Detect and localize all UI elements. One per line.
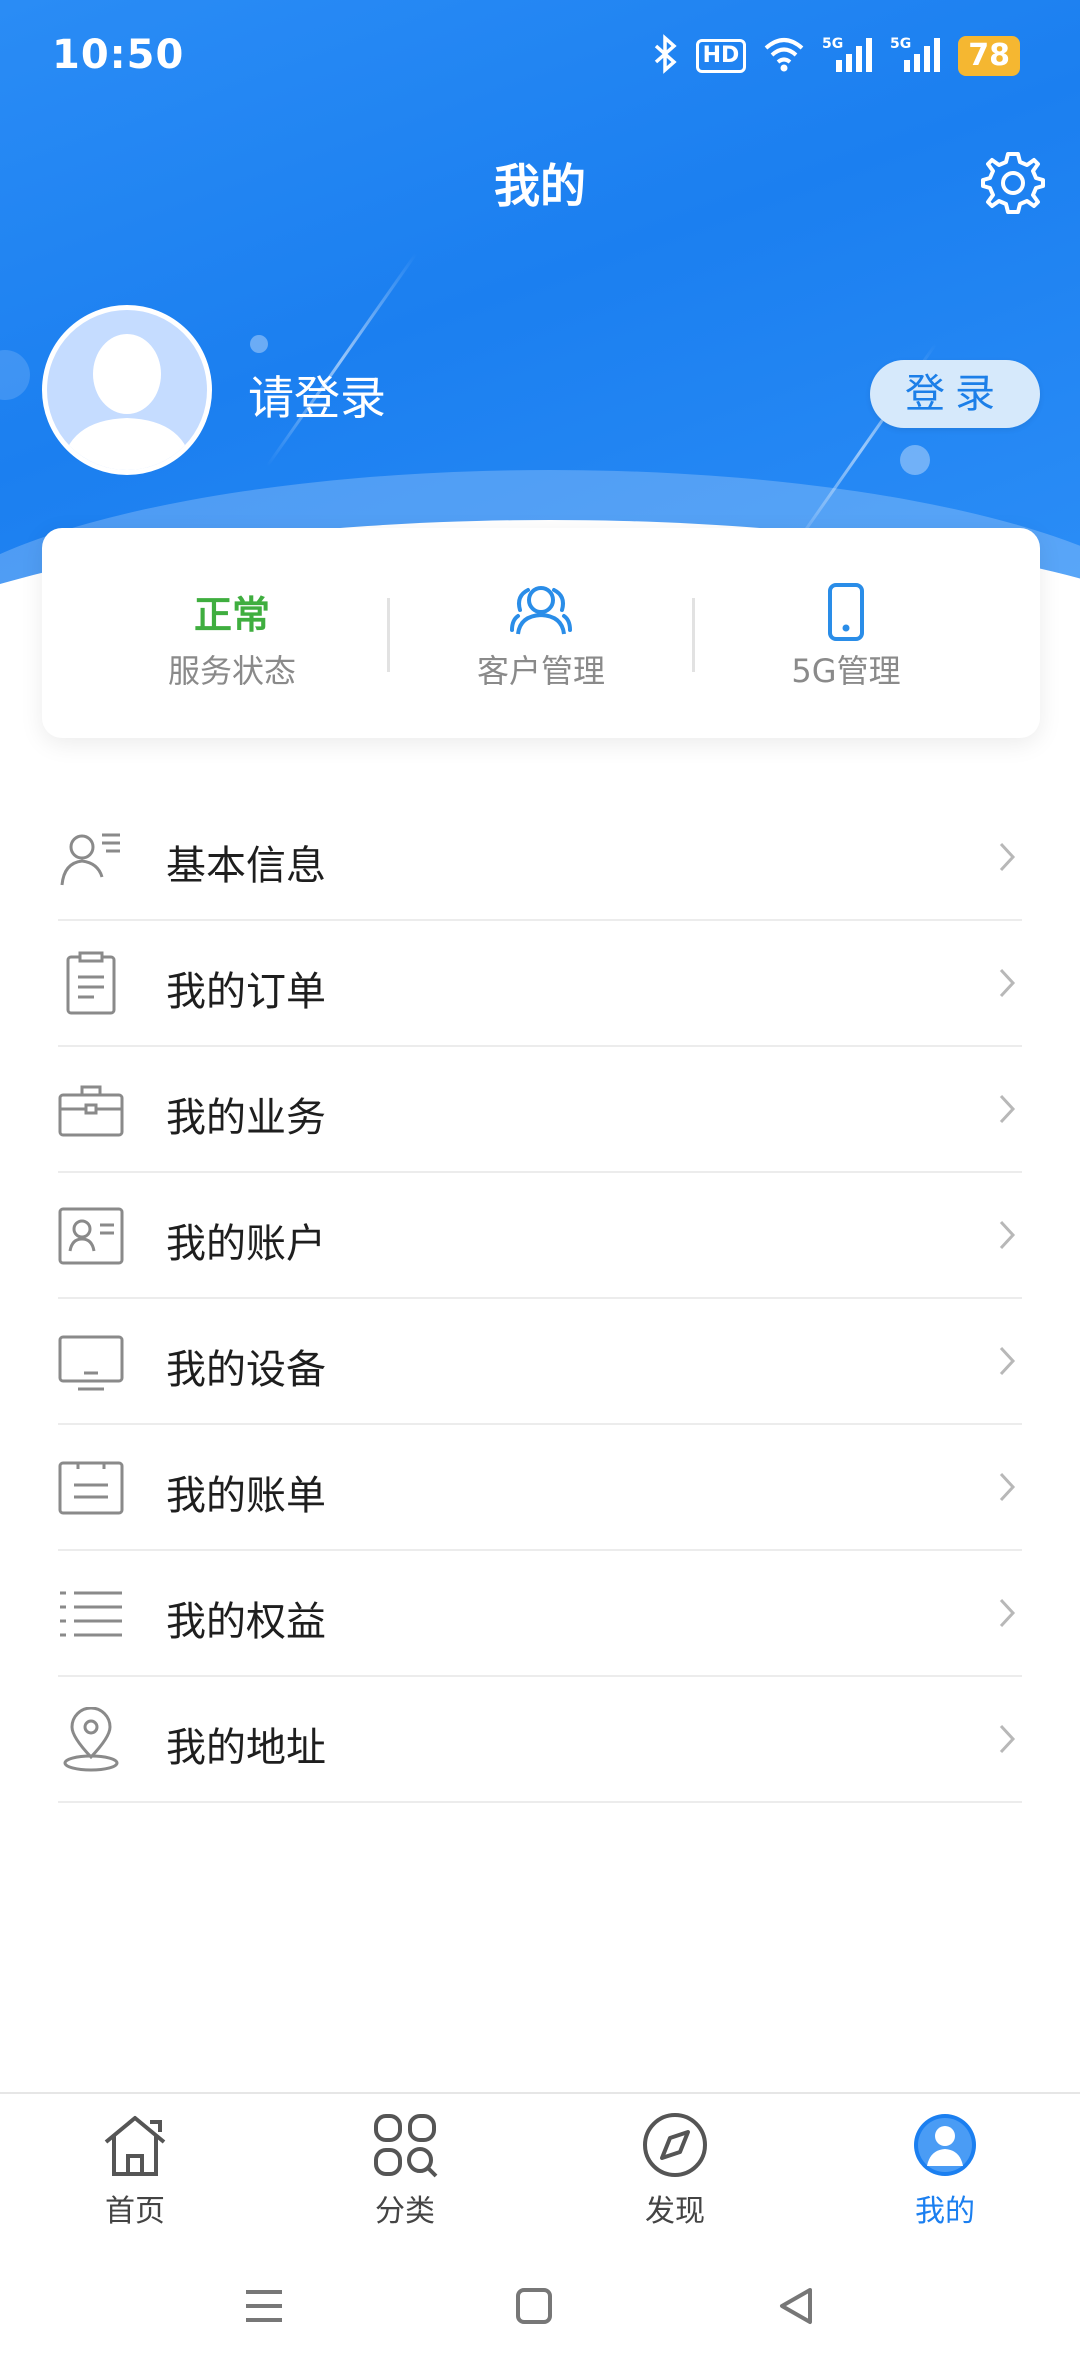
login-prompt[interactable]: 请登录 xyxy=(248,362,386,428)
compass-icon xyxy=(595,2112,755,2178)
bluetooth-icon xyxy=(652,34,680,78)
chevron-right-icon xyxy=(998,1345,1016,1377)
customers-icon xyxy=(391,582,691,647)
bottom-nav: 首页 分类 发现 我的 xyxy=(0,2092,1080,2244)
menu-icon[interactable] xyxy=(244,2286,284,2330)
divider xyxy=(692,598,695,672)
list-icon xyxy=(58,1581,124,1647)
service-status-value: 正常 xyxy=(193,593,270,637)
g5-management-label: 5G管理 xyxy=(791,652,901,690)
service-status-item[interactable]: 正常 服务状态 xyxy=(82,528,382,738)
divider xyxy=(387,598,390,672)
bill-icon xyxy=(58,1455,124,1521)
svg-text:5G: 5G xyxy=(890,36,911,52)
menu-item-label: 我的业务 xyxy=(166,1095,326,1141)
battery-icon: 78 xyxy=(958,36,1020,76)
menu-item-bills[interactable]: 我的账单 xyxy=(0,1425,1080,1551)
menu-item-label: 我的设备 xyxy=(166,1347,326,1393)
nav-discover[interactable]: 发现 xyxy=(595,2112,755,2230)
briefcase-icon xyxy=(58,1077,124,1143)
menu-item-basic-info[interactable]: 基本信息 xyxy=(0,795,1080,921)
menu-item-benefits[interactable]: 我的权益 xyxy=(0,1551,1080,1677)
status-time: 10:50 xyxy=(52,32,185,78)
menu-item-orders[interactable]: 我的订单 xyxy=(0,921,1080,1047)
nav-profile-label: 我的 xyxy=(915,2194,975,2229)
chevron-right-icon xyxy=(998,841,1016,873)
id-card-icon xyxy=(58,1203,124,1269)
user-info-icon xyxy=(58,825,124,891)
wifi-icon xyxy=(762,34,806,78)
clipboard-icon xyxy=(58,951,124,1017)
gear-icon[interactable] xyxy=(980,150,1046,216)
status-icons: HD 5G 5G 78 xyxy=(652,34,1020,78)
nav-category[interactable]: 分类 xyxy=(325,2112,485,2230)
menu-item-label: 我的权益 xyxy=(166,1599,326,1645)
login-button[interactable]: 登录 xyxy=(870,360,1040,428)
avatar[interactable] xyxy=(42,305,212,475)
nav-home-label: 首页 xyxy=(105,2194,165,2229)
chevron-right-icon xyxy=(998,1219,1016,1251)
menu-item-label: 我的订单 xyxy=(166,969,326,1015)
system-navigation-bar xyxy=(0,2250,1080,2376)
signal-5g-icon: 5G xyxy=(822,34,874,78)
nav-discover-label: 发现 xyxy=(645,2194,705,2229)
menu-item-label: 我的地址 xyxy=(166,1725,326,1771)
chevron-right-icon xyxy=(998,1471,1016,1503)
phone-icon xyxy=(696,582,996,651)
chevron-right-icon xyxy=(998,1597,1016,1629)
back-icon[interactable] xyxy=(776,2286,816,2330)
status-bar: 10:50 HD 5G 5G 78 xyxy=(0,0,1080,120)
home-icon xyxy=(55,2112,215,2178)
g5-management-item[interactable]: 5G管理 xyxy=(696,528,996,738)
menu-item-label: 我的账单 xyxy=(166,1473,326,1519)
signal-5g-icon: 5G xyxy=(890,34,942,78)
menu-item-account[interactable]: 我的账户 xyxy=(0,1173,1080,1299)
service-status-card: 正常 服务状态 客户管理 5G管理 xyxy=(42,528,1040,738)
nav-profile[interactable]: 我的 xyxy=(865,2112,1025,2230)
customer-management-item[interactable]: 客户管理 xyxy=(391,528,691,738)
page-title: 我的 xyxy=(494,159,586,213)
chevron-right-icon xyxy=(998,1093,1016,1125)
hd-icon: HD xyxy=(695,39,747,73)
menu-item-devices[interactable]: 我的设备 xyxy=(0,1299,1080,1425)
monitor-icon xyxy=(58,1329,124,1395)
category-icon xyxy=(325,2112,485,2178)
chevron-right-icon xyxy=(998,1723,1016,1755)
nav-category-label: 分类 xyxy=(375,2194,435,2229)
profile-icon xyxy=(865,2112,1025,2178)
svg-text:5G: 5G xyxy=(822,36,843,52)
menu-item-address[interactable]: 我的地址 xyxy=(0,1677,1080,1803)
service-status-label: 服务状态 xyxy=(167,652,296,690)
menu-item-label: 基本信息 xyxy=(166,843,326,889)
home-square-icon[interactable] xyxy=(514,2286,554,2330)
menu-item-label: 我的账户 xyxy=(166,1221,326,1267)
customer-management-label: 客户管理 xyxy=(476,652,605,690)
location-pin-icon xyxy=(58,1706,124,1773)
menu-item-business[interactable]: 我的业务 xyxy=(0,1047,1080,1173)
separator xyxy=(58,1801,1022,1803)
nav-home[interactable]: 首页 xyxy=(55,2112,215,2230)
chevron-right-icon xyxy=(998,967,1016,999)
profile-menu: 基本信息 我的订单 我的业务 我的账户 我的设备 我的账单 我的权益 我的地址 xyxy=(0,795,1080,1803)
